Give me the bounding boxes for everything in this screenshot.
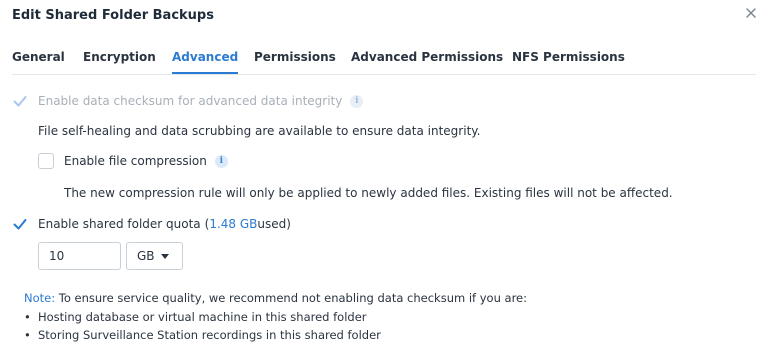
tab-divider [12, 74, 756, 75]
checksum-label: Enable data checksum for advanced data i… [38, 94, 343, 108]
note-label: Note: [24, 291, 56, 305]
tab-encryption[interactable]: Encryption [83, 50, 156, 64]
note-bullet-2: Storing Surveillance Station recordings … [38, 328, 381, 342]
info-icon[interactable]: i [214, 154, 228, 168]
bullet-icon: • [24, 310, 31, 324]
chevron-down-icon [160, 253, 169, 259]
checksum-checkbox [12, 93, 28, 109]
quota-used-suffix: used) [257, 217, 291, 231]
compression-label[interactable]: Enable file compression [64, 154, 207, 168]
tab-nfs-permissions[interactable]: NFS Permissions [512, 50, 625, 64]
quota-used-value[interactable]: 1.48 GB [209, 217, 257, 231]
quota-unit-value: GB [137, 249, 155, 263]
dialog-title: Edit Shared Folder Backups [12, 8, 214, 23]
quota-label[interactable]: Enable shared folder quota [38, 217, 201, 231]
note-text: Note: To ensure service quality, we reco… [24, 291, 527, 305]
tab-advanced[interactable]: Advanced [172, 50, 239, 74]
list-item: • Storing Surveillance Station recordings… [24, 328, 381, 342]
tab-permissions[interactable]: Permissions [254, 50, 336, 64]
quota-size-input[interactable]: 10 [38, 242, 121, 270]
info-icon[interactable]: i [350, 94, 364, 108]
close-icon[interactable] [744, 6, 758, 20]
compression-note: The new compression rule will only be ap… [64, 186, 673, 200]
bullet-icon: • [24, 328, 31, 342]
note-body: To ensure service quality, we recommend … [55, 291, 528, 305]
quota-unit-select[interactable]: GB [126, 242, 183, 270]
note-bullet-1: Hosting database or virtual machine in t… [38, 310, 367, 324]
tab-general[interactable]: General [12, 50, 65, 64]
tab-advanced-permissions[interactable]: Advanced Permissions [351, 50, 503, 64]
compression-row: Enable file compression i [38, 153, 228, 169]
checksum-row: Enable data checksum for advanced data i… [12, 93, 364, 109]
list-item: • Hosting database or virtual machine in … [24, 310, 367, 324]
self-healing-text: File self-healing and data scrubbing are… [38, 124, 481, 138]
quota-checkbox[interactable] [12, 216, 28, 232]
tab-bar: General Encryption Advanced Permissions … [0, 47, 768, 75]
compression-checkbox[interactable] [38, 153, 54, 169]
quota-row: Enable shared folder quota ( 1.48 GB use… [12, 216, 291, 232]
